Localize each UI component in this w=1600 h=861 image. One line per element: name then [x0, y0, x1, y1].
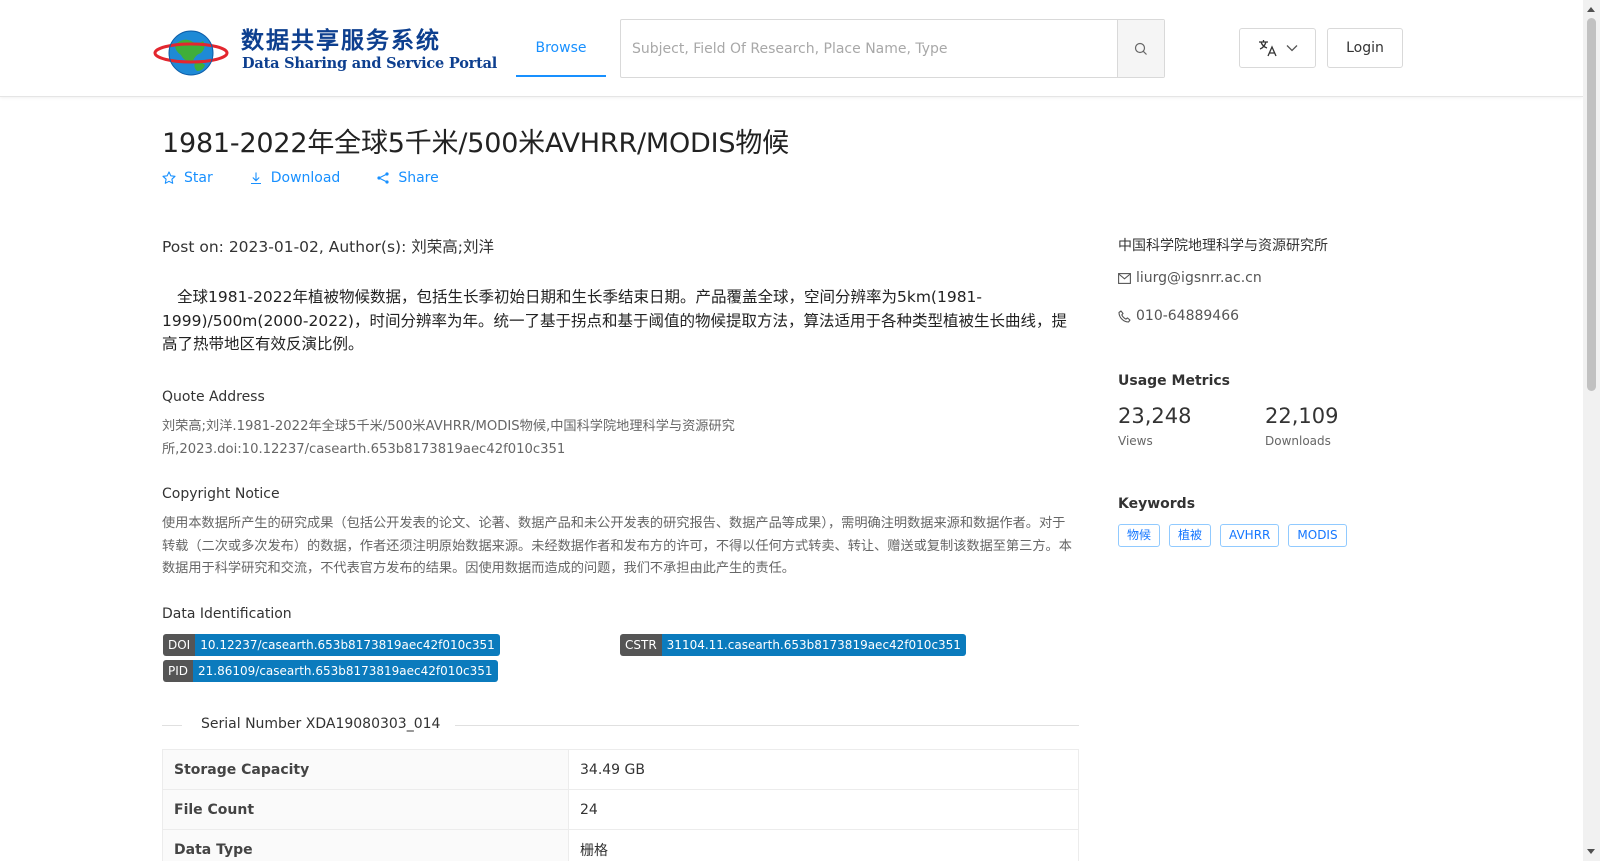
translate-icon: [1258, 40, 1277, 57]
search-bar: [620, 19, 1165, 78]
divider: [162, 725, 182, 726]
keyword-tag[interactable]: AVHRR: [1220, 524, 1280, 547]
cstr-badge-value: 31104.11.casearth.653b8173819aec42f010c3…: [661, 634, 966, 656]
divider: [455, 725, 1079, 726]
table-row: Data Type 栅格: [162, 829, 1079, 861]
phone-text: 010-64889466: [1136, 308, 1240, 324]
search-button[interactable]: [1117, 20, 1164, 77]
doi-badge-value: 10.12237/casearth.653b8173819aec42f010c3…: [195, 634, 500, 656]
contact-email[interactable]: liurg@igsnrr.ac.cn: [1118, 270, 1262, 286]
copyright-text: 使用本数据所产生的研究成果（包括公开发表的论文、论著、数据产品和未公开发表的研究…: [162, 516, 1072, 576]
quote-text: 刘荣高;刘洋.1981-2022年全球5千米/500米AVHRR/MODIS物候…: [162, 419, 735, 457]
post-info: Post on: 2023-01-02, Author(s): 刘荣高;刘洋: [162, 238, 494, 256]
table-row: File Count 24: [162, 789, 1079, 830]
keywords-heading: Keywords: [1118, 496, 1196, 512]
share-icon: [377, 172, 389, 184]
dataset-title: 1981-2022年全球5千米/500米AVHRR/MODIS物候: [162, 128, 789, 159]
nav-browse[interactable]: Browse: [516, 20, 606, 77]
keyword-tag[interactable]: 植被: [1169, 524, 1212, 547]
usage-metrics-heading: Usage Metrics: [1118, 373, 1230, 389]
downloads-label: Downloads: [1265, 434, 1331, 448]
logo-title-cn: 数据共享服务系统: [241, 28, 441, 54]
cstr-badge-key: CSTR: [620, 634, 662, 656]
star-icon: [162, 171, 176, 184]
mail-icon: [1118, 272, 1131, 284]
table-row: Storage Capacity 34.49 GB: [162, 749, 1079, 790]
pid-badge-key: PID: [163, 660, 194, 682]
share-button[interactable]: Share: [376, 170, 439, 186]
dataset-info-table: Storage Capacity 34.49 GB File Count 24 …: [162, 749, 1079, 861]
doi-badge-key: DOI: [163, 634, 196, 656]
email-text: liurg@igsnrr.ac.cn: [1136, 270, 1262, 286]
keyword-tag[interactable]: MODIS: [1288, 524, 1347, 547]
download-icon: [250, 172, 261, 185]
keyword-list: 物候 植被 AVHRR MODIS: [1118, 524, 1347, 547]
language-switcher[interactable]: [1239, 28, 1316, 68]
globe-logo-icon: [153, 30, 229, 76]
views-label: Views: [1118, 434, 1153, 448]
institution-name: 中国科学院地理科学与资源研究所: [1118, 238, 1328, 254]
download-button[interactable]: Download: [249, 170, 341, 186]
storage-capacity-value: 34.49 GB: [568, 749, 1079, 790]
identification-heading: Data Identification: [162, 606, 292, 622]
file-count-label: File Count: [162, 789, 569, 830]
dataset-description: 全球1981-2022年植被物候数据，包括生长季初始日期和生长季结束日期。产品覆…: [162, 288, 1067, 353]
data-type-value: 栅格: [568, 829, 1079, 861]
scroll-down-arrow[interactable]: [1587, 849, 1595, 854]
star-button[interactable]: Star: [162, 170, 213, 186]
file-count-value: 24: [568, 789, 1079, 830]
search-input[interactable]: [621, 20, 1117, 77]
login-button[interactable]: Login: [1327, 28, 1403, 68]
share-label: Share: [398, 170, 439, 186]
views-count: 23,248: [1118, 404, 1192, 428]
page-scrollbar[interactable]: [1583, 0, 1600, 861]
quote-heading: Quote Address: [162, 389, 265, 405]
scrollbar-thumb[interactable]: [1587, 18, 1596, 391]
doi-badge[interactable]: DOI 10.12237/casearth.653b8173819aec42f0…: [163, 634, 500, 656]
site-logo[interactable]: 数据共享服务系统 Data Sharing and Service Portal: [153, 17, 497, 83]
pid-badge-value: 21.86109/casearth.653b8173819aec42f010c3…: [193, 660, 498, 682]
download-label: Download: [270, 170, 341, 186]
scroll-up-arrow[interactable]: [1587, 7, 1595, 12]
pid-badge[interactable]: PID 21.86109/casearth.653b8173819aec42f0…: [163, 660, 498, 682]
keyword-tag[interactable]: 物候: [1118, 524, 1161, 547]
copyright-heading: Copyright Notice: [162, 486, 280, 502]
cstr-badge[interactable]: CSTR 31104.11.casearth.653b8173819aec42f…: [620, 634, 966, 656]
dataset-actions: Star Download Share: [162, 170, 475, 186]
storage-capacity-label: Storage Capacity: [162, 749, 569, 790]
contact-phone: 010-64889466: [1118, 308, 1239, 324]
site-header: 数据共享服务系统 Data Sharing and Service Portal…: [0, 0, 1583, 97]
data-type-label: Data Type: [162, 829, 569, 861]
serial-number: Serial Number XDA19080303_014: [201, 716, 441, 732]
phone-icon: [1118, 309, 1131, 323]
search-icon: [1134, 42, 1147, 55]
logo-title-en: Data Sharing and Service Portal: [242, 55, 498, 72]
downloads-count: 22,109: [1265, 404, 1339, 428]
chevron-down-icon: [1286, 45, 1297, 52]
star-label: Star: [184, 170, 213, 186]
